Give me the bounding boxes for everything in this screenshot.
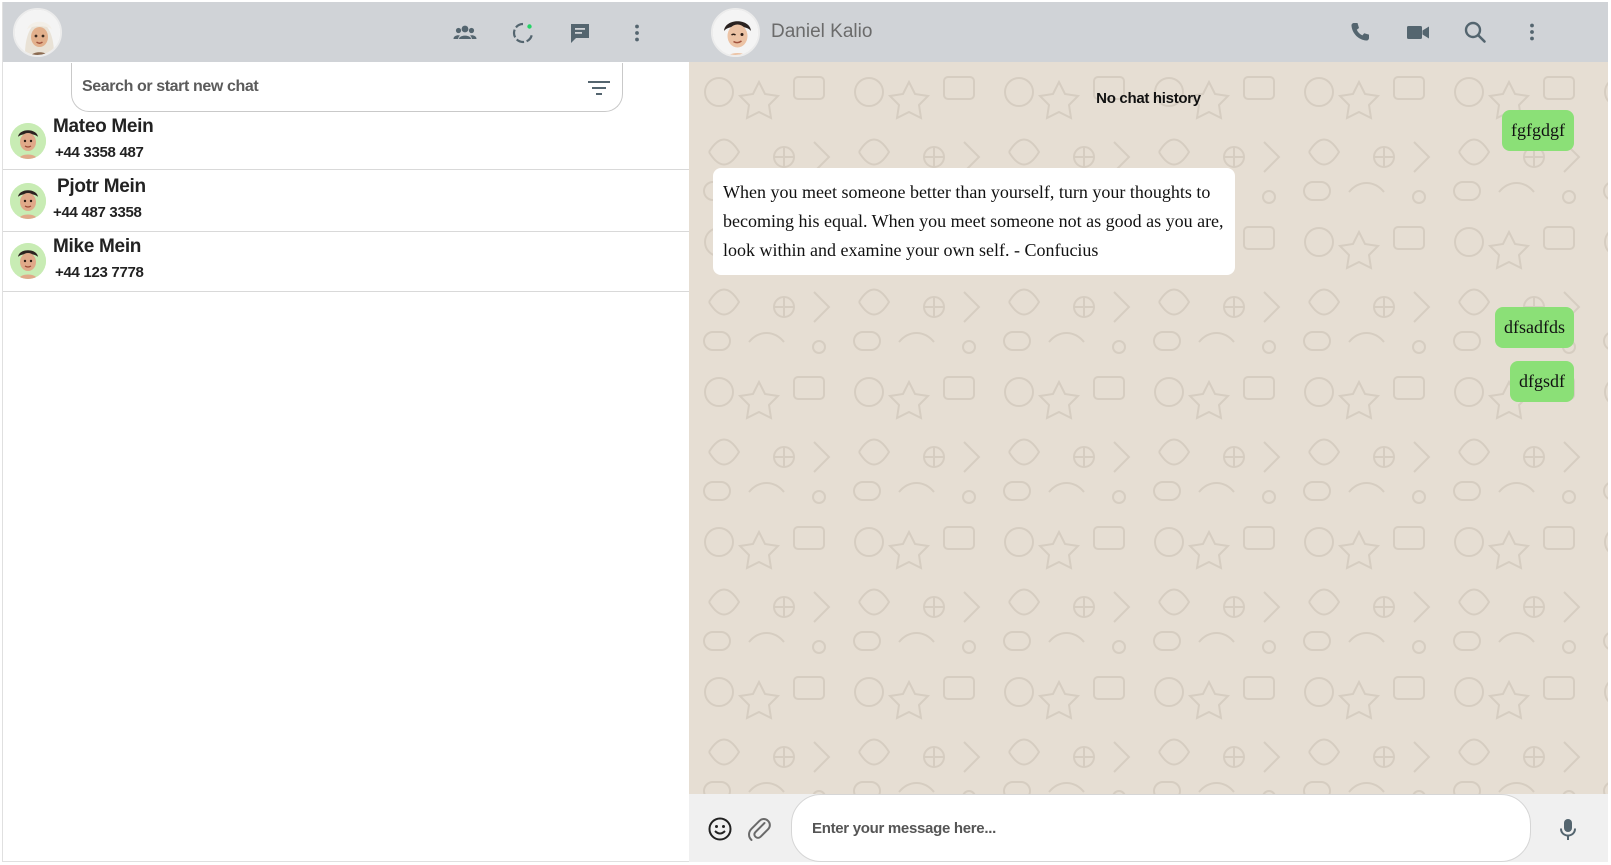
peer-avatar[interactable] xyxy=(711,8,760,57)
menu-icon[interactable] xyxy=(623,19,651,47)
memoji-boy-icon xyxy=(10,123,46,159)
contact-name: Pjotr Mein xyxy=(57,176,146,197)
message-area[interactable]: No chat history fgfgdgf When you meet so… xyxy=(689,62,1608,794)
contact-list: Mateo Mein +44 3358 487 Pjotr Mein +44 4… xyxy=(3,112,690,292)
filter-icon[interactable] xyxy=(586,75,612,101)
mic-icon[interactable] xyxy=(1554,815,1582,843)
sidebar: Mateo Mein +44 3358 487 Pjotr Mein +44 4… xyxy=(2,2,690,862)
peer-name: Daniel Kalio xyxy=(771,21,873,42)
memoji-boy-icon xyxy=(10,183,46,219)
contact-avatar xyxy=(10,243,46,279)
message-input[interactable] xyxy=(791,794,1531,862)
chat-panel: Daniel Kalio No chat history fgfgdgf Whe… xyxy=(689,2,1608,862)
chat-header: Daniel Kalio xyxy=(689,2,1608,62)
outgoing-message: fgfgdgf xyxy=(1502,110,1574,151)
status-icon[interactable] xyxy=(509,19,537,47)
emoji-icon[interactable] xyxy=(706,815,734,843)
contact-phone: +44 3358 487 xyxy=(55,144,144,161)
new-chat-icon[interactable] xyxy=(566,19,594,47)
memoji-boy-icon xyxy=(10,243,46,279)
search-icon[interactable] xyxy=(1461,18,1489,46)
search-bar xyxy=(71,63,623,112)
search-input[interactable] xyxy=(82,76,562,98)
outgoing-message: dfgsdf xyxy=(1510,361,1574,402)
no-history-label: No chat history xyxy=(1096,90,1201,107)
memoji-wink-icon xyxy=(713,10,758,55)
contact-name: Mateo Mein xyxy=(53,116,154,137)
contact-phone: +44 123 7778 xyxy=(55,264,144,281)
attach-icon[interactable] xyxy=(745,815,773,843)
contact-name: Mike Mein xyxy=(53,236,142,257)
incoming-message: When you meet someone better than yourse… xyxy=(713,168,1235,275)
sidebar-header xyxy=(3,2,690,62)
message-composer xyxy=(689,794,1608,862)
video-icon[interactable] xyxy=(1404,18,1432,46)
community-icon[interactable] xyxy=(451,19,479,47)
menu-icon[interactable] xyxy=(1518,18,1546,46)
phone-icon[interactable] xyxy=(1346,18,1374,46)
outgoing-message: dfsadfds xyxy=(1495,307,1574,348)
contact-avatar xyxy=(10,183,46,219)
my-avatar[interactable] xyxy=(13,8,62,57)
contact-item[interactable]: Mike Mein +44 123 7778 xyxy=(3,232,690,292)
chat-app: Mateo Mein +44 3358 487 Pjotr Mein +44 4… xyxy=(0,0,1611,865)
memoji-girl-icon xyxy=(15,10,60,55)
contact-item[interactable]: Pjotr Mein +44 487 3358 xyxy=(3,172,690,232)
contact-avatar xyxy=(10,123,46,159)
contact-item[interactable]: Mateo Mein +44 3358 487 xyxy=(3,112,690,170)
contact-phone: +44 487 3358 xyxy=(53,204,142,221)
